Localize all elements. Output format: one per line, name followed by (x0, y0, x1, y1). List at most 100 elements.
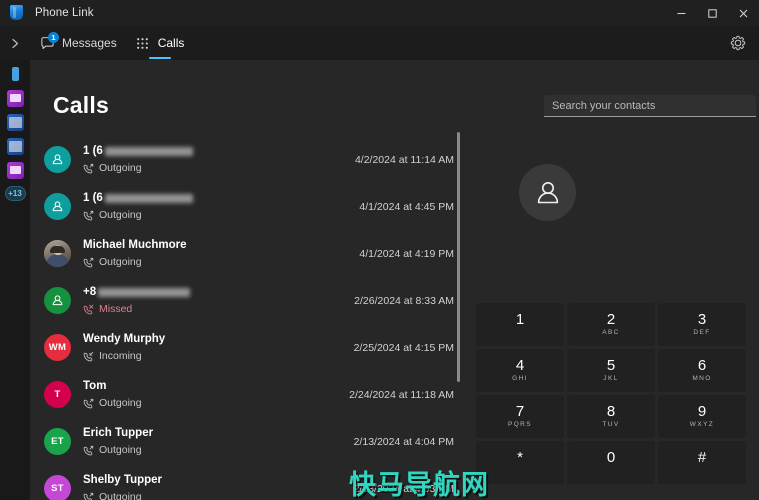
phone-link-window: Phone Link 1 Messages Calls +13 Calls 1 … (0, 0, 759, 500)
call-timestamp: 4/2/2024 at 11:14 AM (354, 153, 454, 166)
call-status-label: Outgoing (99, 444, 142, 456)
call-status: Outgoing (83, 256, 359, 269)
call-timestamp: 4/1/2024 at 4:19 PM (359, 247, 454, 260)
tab-calls[interactable]: Calls (126, 26, 194, 60)
call-status-label: Outgoing (99, 209, 142, 221)
dialpad-key-3[interactable]: 3 DEF (658, 303, 746, 346)
dialpad-key-digit: 7 (515, 403, 525, 420)
dialpad: 1 2 ABC 3 DEF 4 GHI 5 JKL 6 MNO 7 PQRS 8 TUV 9 WXYZ * 0 # (476, 303, 746, 484)
call-timestamp: 2/13/2024 at 4:04 PM (353, 435, 454, 448)
dialpad-key-digit: 1 (515, 311, 525, 328)
call-list-item[interactable]: T Tom Outgoing 2/24/2024 at 11:18 AM (44, 371, 468, 418)
avatar (44, 287, 71, 314)
redacted-number-blur (98, 288, 191, 297)
dialpad-key-digit: # (697, 449, 707, 466)
call-outgoing-icon (83, 210, 94, 221)
call-info: Wendy Murphy Incoming (83, 332, 354, 363)
tab-bar: 1 Messages Calls (0, 26, 759, 60)
call-incoming-icon (83, 351, 94, 362)
call-status: Missed (83, 303, 354, 316)
call-list-item[interactable]: WM Wendy Murphy Incoming 2/25/2024 at 4:15 … (44, 324, 468, 371)
purple-app-icon-1[interactable] (6, 90, 24, 107)
page-title: Calls (53, 92, 109, 118)
dialpad-key-letters: WXYZ (689, 421, 715, 428)
dialpad-key-9[interactable]: 9 WXYZ (658, 395, 746, 438)
dialpad-key-4[interactable]: 4 GHI (476, 349, 564, 392)
overflow-count-badge[interactable]: +13 (4, 186, 26, 201)
call-list-item[interactable]: Michael Muchmore Outgoing 4/1/2024 at 4:19… (44, 230, 468, 277)
call-list-item[interactable]: ET Erich Tupper Outgoing 2/13/2024 at 4:04 … (44, 418, 468, 465)
search-contacts-input[interactable] (544, 95, 756, 117)
call-list-item[interactable]: 1 (6 Outgoing 4/1/2024 at 4:45 PM (44, 183, 468, 230)
call-status-label: Outgoing (99, 162, 142, 174)
dialpad-key-5[interactable]: 5 JKL (567, 349, 655, 392)
minimize-button[interactable] (666, 0, 697, 26)
call-list-item[interactable]: ST Shelby Tupper Outgoing 2/13/2024 at 4:03… (44, 465, 468, 500)
call-status-label: Outgoing (99, 491, 142, 500)
call-status: Incoming (83, 350, 354, 363)
blue-app-icon-2[interactable] (6, 138, 24, 155)
calls-scrollbar[interactable] (457, 132, 460, 382)
dialpad-key-7[interactable]: 7 PQRS (476, 395, 564, 438)
dialpad-key-letters: PQRS (507, 421, 533, 428)
call-contact-name-text: 1 (6 (83, 192, 103, 204)
call-timestamp: 2/25/2024 at 4:15 PM (353, 341, 454, 354)
dialpad-key-digit: * (517, 449, 523, 466)
dialpad-key-digit: 2 (606, 311, 616, 328)
call-info: Shelby Tupper Outgoing (83, 473, 354, 500)
dialpad-key-0[interactable]: 0 (567, 441, 655, 484)
dialpad-key-digit: 5 (606, 357, 616, 374)
call-contact-name: 1 (6 (83, 191, 359, 206)
maximize-button[interactable] (697, 0, 728, 26)
call-info: Michael Muchmore Outgoing (83, 238, 359, 269)
dialpad-key-letters: DEF (693, 329, 711, 336)
tab-messages-label: Messages (62, 36, 117, 50)
avatar: WM (44, 334, 71, 361)
dialpad-key-digit: 0 (606, 449, 616, 466)
call-info: Tom Outgoing (83, 379, 349, 410)
dialpad-key-letters: JKL (603, 375, 619, 382)
call-status-label: Incoming (99, 350, 142, 362)
dialpad-key-2[interactable]: 2 ABC (567, 303, 655, 346)
main-content: Calls 1 (6 Outgoing 4/2/2024 at 11:14 AM 1 … (30, 60, 759, 500)
call-contact-name: Wendy Murphy (83, 332, 354, 347)
dialpad-key-digit: 9 (697, 403, 707, 420)
call-status: Outgoing (83, 162, 355, 175)
call-status: Outgoing (83, 209, 359, 222)
expand-navigation-icon[interactable] (0, 26, 30, 60)
tab-messages[interactable]: 1 Messages (30, 26, 126, 60)
call-contact-name-text: Tom (83, 380, 107, 392)
call-info: Erich Tupper Outgoing (83, 426, 354, 457)
dialpad-icon (135, 35, 151, 51)
dialpad-key-6[interactable]: 6 MNO (658, 349, 746, 392)
dialpad-key-#[interactable]: # (658, 441, 746, 484)
phone-link-shield-icon (9, 5, 25, 21)
call-timestamp: 2/26/2024 at 8:33 AM (354, 294, 454, 307)
call-info: 1 (6 Outgoing (83, 191, 359, 222)
dialpad-key-letters: GHI (512, 375, 528, 382)
call-list-item[interactable]: +8 Missed 2/26/2024 at 8:33 AM (44, 277, 468, 324)
call-outgoing-icon (83, 163, 94, 174)
redacted-number-blur (104, 194, 193, 203)
tab-calls-label: Calls (157, 36, 185, 50)
dialpad-key-digit: 8 (606, 403, 616, 420)
close-button[interactable] (728, 0, 759, 26)
call-contact-name: Tom (83, 379, 349, 394)
call-contact-name: +8 (83, 285, 354, 300)
avatar (44, 146, 71, 173)
contact-placeholder-avatar (519, 164, 576, 221)
call-list-item[interactable]: 1 (6 Outgoing 4/2/2024 at 11:14 AM (44, 136, 468, 183)
call-outgoing-icon (83, 445, 94, 456)
blue-app-icon-1[interactable] (6, 114, 24, 131)
call-contact-name: 1 (6 (83, 144, 355, 159)
call-info: +8 Missed (83, 285, 354, 316)
dialpad-key-*[interactable]: * (476, 441, 564, 484)
phone-app-icon[interactable] (6, 66, 24, 83)
settings-gear-icon[interactable] (725, 30, 751, 56)
messages-unread-badge: 1 (48, 32, 59, 43)
window-controls (666, 0, 759, 26)
dialpad-key-1[interactable]: 1 (476, 303, 564, 346)
dialpad-key-8[interactable]: 8 TUV (567, 395, 655, 438)
purple-app-icon-2[interactable] (6, 162, 24, 179)
call-timestamp: 2/24/2024 at 11:18 AM (349, 388, 454, 401)
